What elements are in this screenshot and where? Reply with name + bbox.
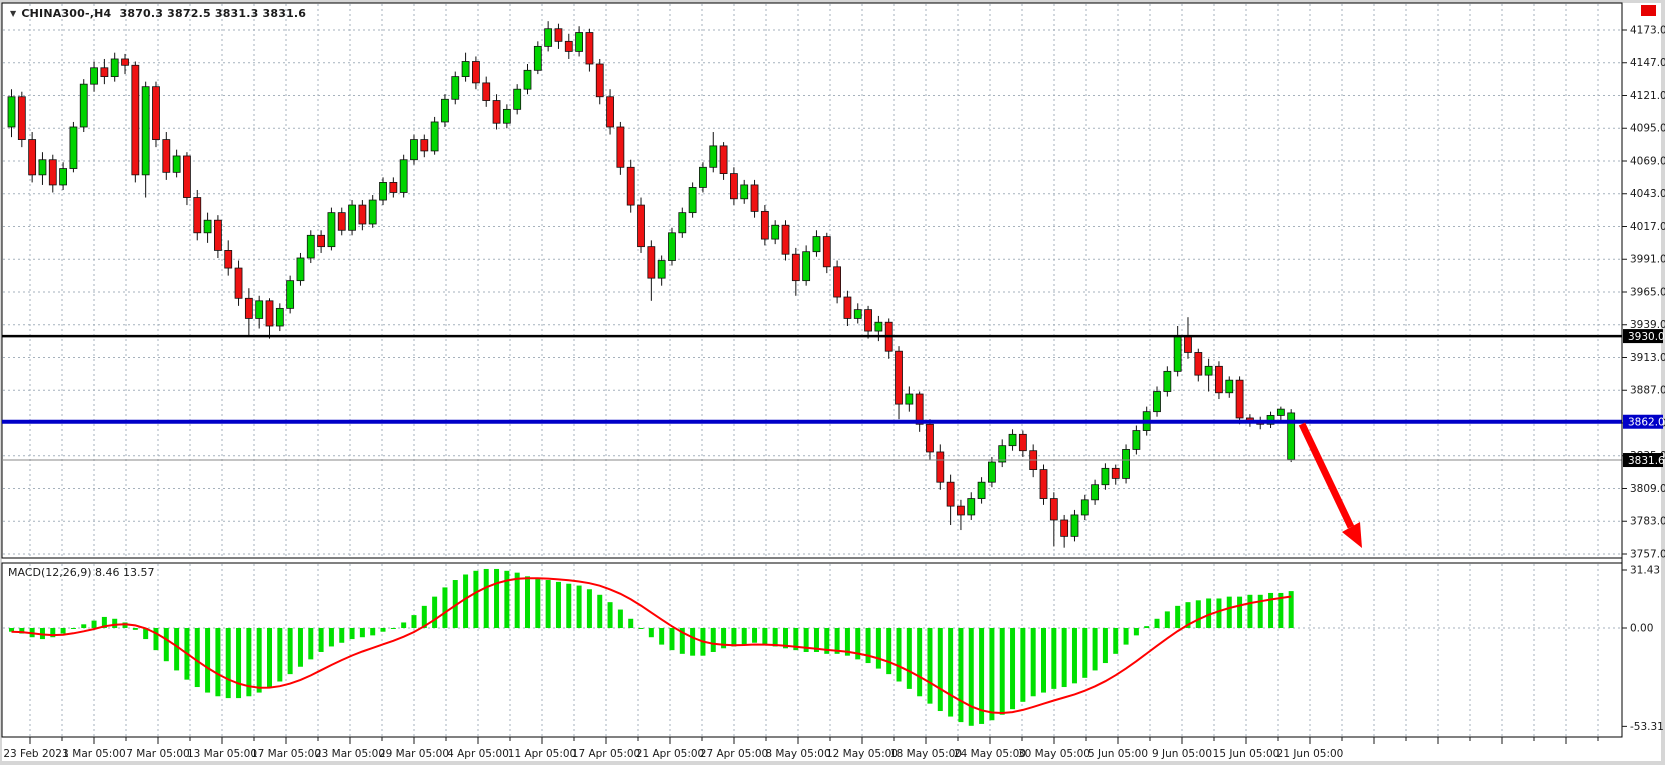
svg-text:3831.6: 3831.6 (1628, 455, 1665, 467)
date-tick-label: 7 Mar 05:00 (126, 748, 189, 760)
date-tick-label: 17 Mar 05:00 (251, 748, 321, 760)
macd-scale-label: -53.31 (1630, 721, 1664, 733)
time-axis[interactable]: 23 Feb 20231 Mar 05:007 Mar 05:0013 Mar … (2, 737, 1622, 760)
date-tick-label: 23 Feb 2023 (3, 748, 68, 760)
price-tick-label: 3757.0 (1630, 548, 1665, 560)
svg-text:3930.0: 3930.0 (1628, 331, 1665, 343)
price-tick-label: 4147.0 (1630, 57, 1665, 69)
main-panel[interactable] (2, 3, 1622, 558)
chart-canvas[interactable]: 4173.0 4147.0 4121.0 4095.0 4069.0 4043.0 4017… (0, 0, 1665, 765)
chart-title[interactable]: ▼ CHINA300-,H4 3870.3 3872.5 3831.3 3831.… (10, 7, 306, 20)
date-tick-label: 9 Jun 05:00 (1152, 748, 1212, 760)
ohlc-values: 3870.3 3872.5 3831.3 3831.6 (119, 7, 306, 20)
date-tick-label: 5 Jun 05:00 (1088, 748, 1148, 760)
macd-indicator-label: MACD(12,26,9) 8.46 13.57 (8, 566, 155, 579)
price-tick-label: 3913.0 (1630, 352, 1665, 364)
date-tick-label: 30 May 05:00 (1018, 748, 1090, 760)
price-tick-label: 3991.0 (1630, 254, 1665, 266)
date-tick-label: 15 Jun 05:00 (1213, 748, 1280, 760)
date-tick-label: 21 Apr 05:00 (636, 748, 704, 760)
price-tick-label: 4043.0 (1630, 188, 1665, 200)
symbol-period-label: CHINA300-,H4 (21, 7, 111, 20)
price-tick-label: 3965.0 (1630, 286, 1665, 298)
price-tick-label: 4017.0 (1630, 221, 1665, 233)
svg-text:3862.0: 3862.0 (1628, 417, 1665, 429)
price-tick-label: 4069.0 (1630, 155, 1665, 167)
price-axis[interactable]: 4173.0 4147.0 4121.0 4095.0 4069.0 4043.0 4017… (1622, 3, 1665, 737)
date-tick-label: 12 May 05:00 (826, 748, 898, 760)
bid-price-tag: 3831.6 (1623, 453, 1665, 467)
date-tick-label: 18 May 05:00 (890, 748, 962, 760)
macd-scale-label: 0.00 (1630, 623, 1653, 635)
date-tick-label: 29 Mar 05:00 (379, 748, 449, 760)
date-tick-label: 17 Apr 05:00 (572, 748, 640, 760)
mt4-chart-window: 4173.0 4147.0 4121.0 4095.0 4069.0 4043.0 4017… (0, 0, 1665, 765)
date-tick-label: 4 Apr 05:00 (447, 748, 509, 760)
support-price-tag: 3862.0 (1623, 415, 1665, 429)
date-tick-label: 24 May 05:00 (954, 748, 1026, 760)
price-tick-label: 4121.0 (1630, 90, 1665, 102)
date-tick-label: 21 Jun 05:00 (1277, 748, 1344, 760)
resistance-price-tag: 3930.0 (1623, 329, 1665, 343)
macd-scale-label: 31.43 (1630, 565, 1660, 577)
price-tick-label: 3809.0 (1630, 483, 1665, 495)
date-tick-label: 8 May 05:00 (765, 748, 830, 760)
price-tick-label: 4173.0 (1630, 25, 1665, 37)
price-tick-label: 3887.0 (1630, 385, 1665, 397)
symbol-dropdown-icon[interactable]: ▼ (10, 9, 16, 18)
date-tick-label: 23 Mar 05:00 (315, 748, 385, 760)
date-tick-label: 13 Mar 05:00 (187, 748, 257, 760)
macd-panel[interactable] (2, 563, 1622, 737)
price-tick-label: 4095.0 (1630, 123, 1665, 135)
date-tick-label: 11 Apr 05:00 (508, 748, 576, 760)
annotation-red-box (1641, 5, 1656, 16)
price-tick-label: 3783.0 (1630, 516, 1665, 528)
date-tick-label: 27 Apr 05:00 (700, 748, 768, 760)
date-tick-label: 1 Mar 05:00 (62, 748, 125, 760)
